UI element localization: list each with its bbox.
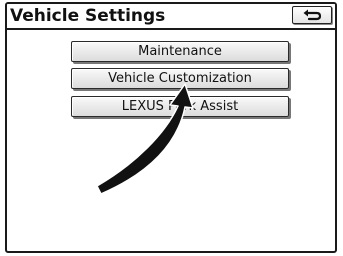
title-bar: Vehicle Settings	[7, 4, 335, 30]
vehicle-customization-button[interactable]: Vehicle Customization	[71, 68, 289, 89]
screen-title: Vehicle Settings	[10, 6, 166, 26]
maintenance-button[interactable]: Maintenance	[71, 41, 289, 62]
vehicle-customization-button-label: Vehicle Customization	[108, 71, 252, 86]
return-arrow-icon	[302, 6, 322, 25]
back-button[interactable]	[292, 6, 332, 24]
maintenance-button-label: Maintenance	[138, 44, 222, 59]
lexus-park-assist-button-label: LEXUS Park Assist	[121, 99, 239, 114]
vehicle-settings-screen: Vehicle Settings Maintenance Vehicle Cus…	[5, 2, 337, 253]
lexus-park-assist-button[interactable]: LEXUS Park Assist	[71, 96, 289, 117]
